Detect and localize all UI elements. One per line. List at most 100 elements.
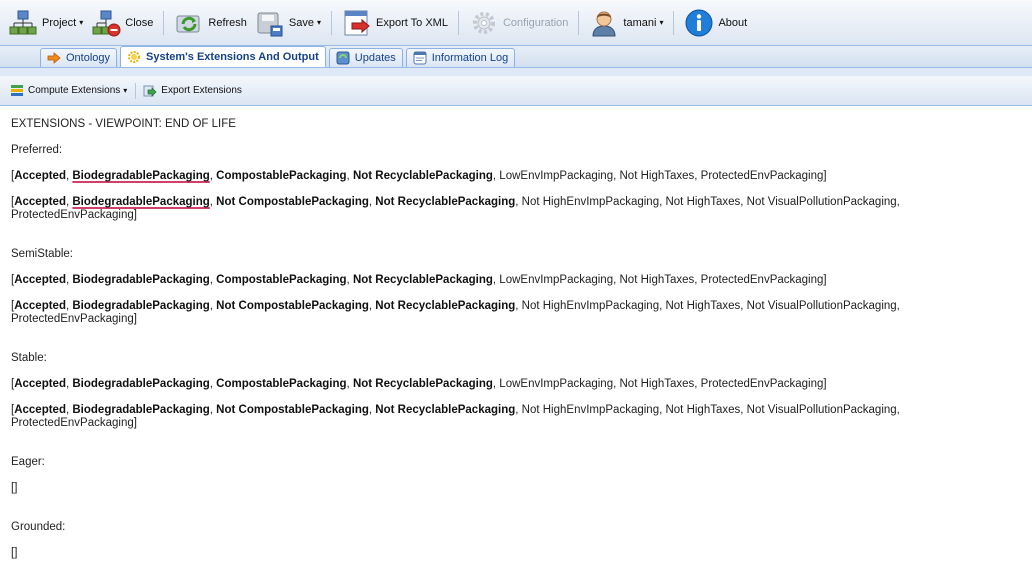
extension-continuation: ProtectedEnvPackaging] xyxy=(11,313,137,325)
main-toolbar: Project ▾ Close Refresh Save ▾ Export To… xyxy=(0,0,1032,46)
toolbar-divider xyxy=(135,82,137,99)
refresh-icon xyxy=(176,15,200,32)
accepted-term: Accepted xyxy=(14,196,66,208)
section-label-eager: Eager: xyxy=(11,456,45,468)
biodegradable-term: BiodegradablePackaging xyxy=(72,300,210,312)
table-stack-icon xyxy=(11,84,23,96)
compostable-term: Not CompostablePackaging xyxy=(216,196,369,208)
user-menu-button[interactable]: tamani ▾ xyxy=(585,4,667,42)
compute-extensions-button[interactable]: Compute Extensions ▾ xyxy=(10,84,127,98)
recyclable-term: Not RecyclablePackaging xyxy=(375,300,516,312)
compostable-term: CompostablePackaging xyxy=(216,274,347,286)
close-button[interactable]: Close xyxy=(87,4,157,42)
gear-icon xyxy=(472,11,495,34)
biodegradable-term: BiodegradablePackaging xyxy=(72,196,210,208)
save-menu-button[interactable]: Save ▾ xyxy=(251,4,325,42)
recyclable-term: Not RecyclablePackaging xyxy=(375,196,516,208)
tab-updates[interactable]: Updates xyxy=(328,48,403,67)
accepted-term: Accepted xyxy=(14,170,66,182)
section-label-preferred: Preferred: xyxy=(11,144,63,156)
chevron-down-icon: ▾ xyxy=(659,18,664,27)
extension-set: [Accepted, BiodegradablePackaging, Not C… xyxy=(11,300,900,325)
project-menu-button[interactable]: Project ▾ xyxy=(4,4,87,42)
tab-information-log[interactable]: Information Log xyxy=(405,48,516,67)
extension-set: [Accepted, BiodegradablePackaging, Not C… xyxy=(11,404,900,429)
tab-systems-extensions-and-output[interactable]: System's Extensions And Output xyxy=(120,46,326,67)
section-label-semistable: SemiStable: xyxy=(11,248,74,260)
save-label: Save xyxy=(288,16,314,29)
updates-icon xyxy=(336,51,350,65)
extension-remainder: , LowEnvImpPackaging, Not HighTaxes, Pro… xyxy=(492,170,827,182)
about-label: About xyxy=(718,16,748,29)
sun-gear-icon xyxy=(128,51,141,63)
user-avatar-icon xyxy=(592,11,616,36)
configuration-button[interactable]: Configuration xyxy=(465,4,572,42)
compostable-term: Not CompostablePackaging xyxy=(216,404,369,416)
close-project-icon xyxy=(92,10,121,36)
about-button[interactable]: About xyxy=(680,4,751,42)
compostable-term: CompostablePackaging xyxy=(216,378,347,390)
recyclable-term: Not RecyclablePackaging xyxy=(352,378,493,390)
extensions-toolbar: Compute Extensions ▾ Export Extensions xyxy=(0,68,1032,106)
eager-extension-value: [] xyxy=(11,482,18,494)
export-extensions-button[interactable]: Export Extensions xyxy=(143,84,242,98)
refresh-button[interactable]: Refresh xyxy=(170,4,251,42)
configuration-label: Configuration xyxy=(502,16,569,29)
extension-set: [Accepted, BiodegradablePackaging, Compo… xyxy=(11,274,827,286)
grounded-extension-value: [] xyxy=(11,547,18,559)
tab-label: Ontology xyxy=(66,52,111,64)
extension-remainder: , LowEnvImpPackaging, Not HighTaxes, Pro… xyxy=(492,378,827,390)
compostable-term: CompostablePackaging xyxy=(216,170,347,182)
biodegradable-term: BiodegradablePackaging xyxy=(72,170,210,182)
extensions-output-panel: EXTENSIONS - VIEWPOINT: END OF LIFE Pref… xyxy=(0,106,1032,575)
accepted-term: Accepted xyxy=(14,300,66,312)
extension-continuation: ProtectedEnvPackaging] xyxy=(11,209,137,221)
toolbar-divider xyxy=(673,10,675,35)
chevron-down-icon: ▾ xyxy=(123,86,128,95)
export-xml-icon xyxy=(344,10,370,35)
extension-set: [Accepted, BiodegradablePackaging, Compo… xyxy=(11,378,827,390)
tab-label: Information Log xyxy=(431,52,509,64)
accepted-term: Accepted xyxy=(14,404,66,416)
recyclable-term: Not RecyclablePackaging xyxy=(375,404,516,416)
compute-extensions-label: Compute Extensions xyxy=(28,85,121,96)
accepted-term: Accepted xyxy=(14,378,66,390)
toolbar-divider xyxy=(578,10,580,35)
chevron-down-icon: ▾ xyxy=(317,18,322,27)
toolbar-divider xyxy=(163,10,165,35)
accepted-term: Accepted xyxy=(14,274,66,286)
toolbar-divider xyxy=(457,10,459,35)
save-disk-icon xyxy=(257,12,283,36)
compostable-term: Not CompostablePackaging xyxy=(216,300,369,312)
section-label-stable: Stable: xyxy=(11,352,47,364)
section-label-grounded: Grounded: xyxy=(11,521,66,533)
toolbar-divider xyxy=(331,10,333,35)
viewpoint-title: EXTENSIONS - VIEWPOINT: END OF LIFE xyxy=(11,118,236,130)
project-label: Project xyxy=(42,16,77,29)
recyclable-term: Not RecyclablePackaging xyxy=(352,170,493,182)
log-window-icon xyxy=(413,51,427,65)
extension-remainder: , Not HighEnvImpPackaging, Not HighTaxes… xyxy=(515,404,900,416)
extension-remainder: , LowEnvImpPackaging, Not HighTaxes, Pro… xyxy=(492,274,827,286)
tab-label: System's Extensions And Output xyxy=(146,51,319,63)
extension-set: [Accepted, BiodegradablePackaging, Not C… xyxy=(11,196,900,221)
export-extensions-label: Export Extensions xyxy=(161,85,242,96)
export-xml-button[interactable]: Export To XML xyxy=(338,4,452,42)
refresh-label: Refresh xyxy=(208,16,247,29)
biodegradable-term: BiodegradablePackaging xyxy=(72,404,210,416)
export-icon xyxy=(143,85,157,97)
project-hierarchy-icon xyxy=(9,10,37,34)
extension-remainder: , Not HighEnvImpPackaging, Not HighTaxes… xyxy=(515,196,900,208)
chevron-down-icon: ▾ xyxy=(79,18,84,27)
info-icon xyxy=(685,9,713,36)
biodegradable-term: BiodegradablePackaging xyxy=(72,378,210,390)
recyclable-term: Not RecyclablePackaging xyxy=(352,274,493,286)
extension-remainder: , Not HighEnvImpPackaging, Not HighTaxes… xyxy=(515,300,900,312)
arrow-right-icon xyxy=(47,52,61,64)
extension-continuation: ProtectedEnvPackaging] xyxy=(11,417,137,429)
tab-label: Updates xyxy=(354,52,396,64)
user-label: tamani xyxy=(623,16,657,29)
extension-set: [Accepted, BiodegradablePackaging, Compo… xyxy=(11,170,827,182)
tab-ontology[interactable]: Ontology xyxy=(40,48,118,67)
biodegradable-term: BiodegradablePackaging xyxy=(72,274,210,286)
